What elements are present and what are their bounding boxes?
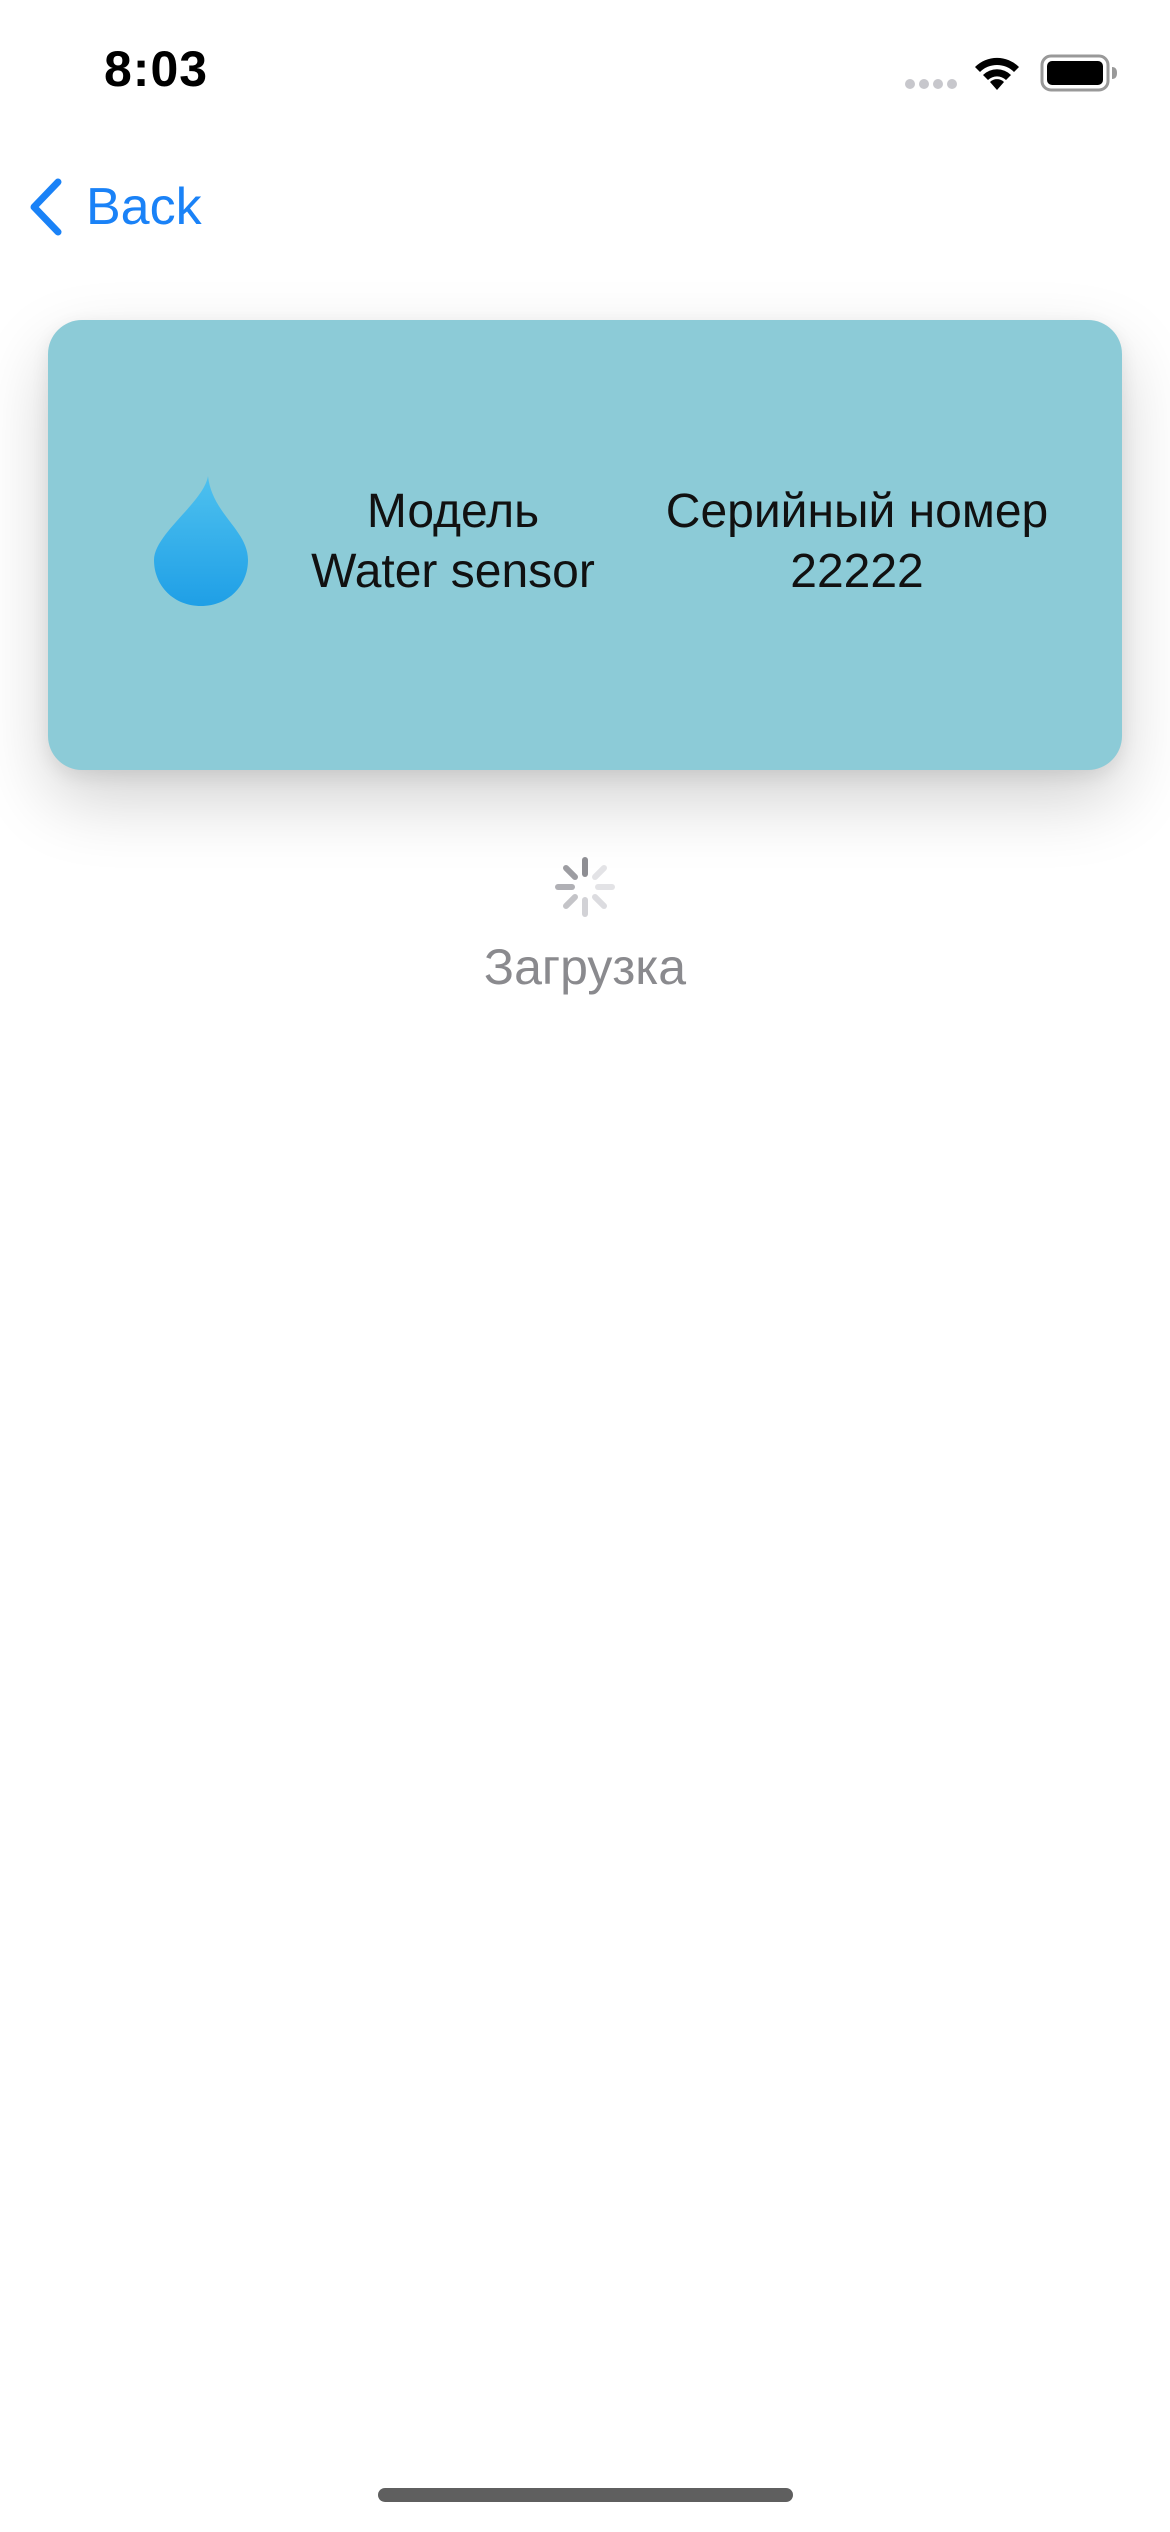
wifi-icon — [970, 52, 1024, 92]
serial-info: Серийный номер 22222 — [622, 482, 1092, 602]
serial-heading: Серийный номер — [665, 485, 1049, 538]
model-value: Water sensor — [311, 545, 595, 598]
status-bar: 8:03 — [0, 0, 1170, 140]
activity-spinner-icon — [555, 857, 615, 917]
back-button[interactable]: Back — [24, 170, 202, 244]
loading-label: Загрузка — [483, 939, 687, 995]
chevron-left-icon — [30, 178, 62, 236]
model-heading: Модель — [366, 485, 540, 538]
model-info: Модель Water sensor — [298, 482, 608, 602]
serial-value: 22222 — [790, 545, 924, 598]
device-info-card: Модель Water sensor Серийный номер 22222 — [48, 320, 1122, 770]
cellular-signal-icon — [904, 78, 960, 90]
home-indicator[interactable] — [378, 2488, 793, 2502]
battery-icon — [1040, 54, 1118, 92]
status-time: 8:03 — [104, 41, 209, 97]
back-label: Back — [86, 178, 202, 236]
water-drop-icon — [154, 476, 248, 606]
